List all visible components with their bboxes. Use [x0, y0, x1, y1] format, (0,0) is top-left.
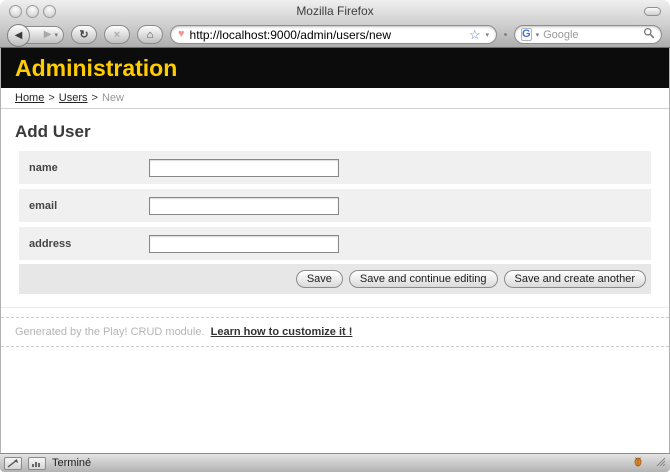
field-label-email: email [19, 200, 149, 212]
page-viewport: Administration Home > Users > New Add Us… [0, 48, 670, 453]
traffic-lights [9, 5, 56, 18]
breadcrumb-link-home[interactable]: Home [15, 92, 44, 104]
statusbar-extension-cursor-icon[interactable] [4, 457, 22, 470]
search-engine-dropdown-button[interactable]: ▾ [536, 31, 540, 39]
save-button[interactable]: Save [296, 270, 343, 288]
resize-grip[interactable] [654, 454, 666, 472]
history-dropdown-button[interactable]: ▾ [54, 31, 58, 39]
site-favicon-heart-icon[interactable]: ♥ [178, 29, 185, 40]
field-label-name: name [19, 162, 149, 174]
add-user-form: name email address Save Save and continu… [19, 151, 651, 294]
chevron-down-icon: ▾ [54, 32, 58, 39]
url-input[interactable] [190, 28, 464, 42]
firebug-icon[interactable] [632, 454, 644, 472]
breadcrumb-separator: > [92, 92, 98, 104]
crud-footer: Generated by the Play! CRUD module. Lear… [1, 317, 669, 347]
address-field[interactable] [149, 235, 339, 253]
save-and-continue-button[interactable]: Save and continue editing [349, 270, 498, 288]
search-bar[interactable]: G ▾ [514, 25, 662, 44]
search-icon[interactable] [643, 26, 655, 44]
toolbar-separator-dot [504, 33, 507, 36]
breadcrumb-current: New [102, 92, 124, 104]
home-icon: ⌂ [147, 29, 154, 41]
admin-header-title: Administration [15, 55, 177, 82]
back-button[interactable]: ◀ [7, 24, 30, 47]
field-label-address: address [19, 238, 149, 250]
forward-button[interactable]: ▶ [44, 29, 52, 40]
chevron-down-icon: ▾ [485, 32, 489, 39]
admin-header: Administration [1, 48, 669, 88]
form-row-name: name [19, 151, 651, 184]
back-forward-group: ◀ ▶ ▾ [8, 26, 64, 44]
status-text: Terminé [52, 457, 91, 469]
content-divider [1, 307, 669, 308]
breadcrumb: Home > Users > New [1, 88, 669, 109]
form-row-address: address [19, 227, 651, 260]
form-actions: Save Save and continue editing Save and … [19, 264, 651, 294]
location-bar[interactable]: ♥ ☆ ▾ [170, 25, 497, 44]
chevron-down-icon: ▾ [536, 32, 540, 39]
email-field[interactable] [149, 197, 339, 215]
breadcrumb-separator: > [48, 92, 54, 104]
footer-text: Generated by the Play! CRUD module. [15, 326, 205, 338]
name-field[interactable] [149, 159, 339, 177]
navigation-toolbar: ◀ ▶ ▾ ↻ × ⌂ ♥ ☆ ▾ G ▾ [0, 22, 670, 48]
window-title: Mozilla Firefox [296, 4, 373, 18]
google-engine-icon[interactable]: G [521, 28, 532, 41]
reload-icon: ↻ [79, 28, 88, 41]
statusbar: Terminé [0, 453, 670, 472]
zoom-window-button[interactable] [43, 5, 56, 18]
search-input[interactable] [543, 29, 639, 41]
bookmark-star-icon[interactable]: ☆ [469, 28, 481, 41]
home-button[interactable]: ⌂ [137, 25, 163, 44]
save-and-create-another-button[interactable]: Save and create another [504, 270, 646, 288]
titlebar: Mozilla Firefox [0, 0, 670, 22]
browser-window: Mozilla Firefox ◀ ▶ ▾ ↻ × ⌂ ♥ ☆ ▾ [0, 0, 670, 472]
form-row-email: email [19, 189, 651, 222]
back-icon: ◀ [15, 30, 23, 41]
stop-icon: × [114, 29, 120, 41]
page-title: Add User [15, 122, 655, 142]
reload-button[interactable]: ↻ [71, 25, 97, 44]
close-window-button[interactable] [9, 5, 22, 18]
forward-icon: ▶ [44, 29, 52, 40]
footer-customize-link[interactable]: Learn how to customize it ! [211, 326, 353, 338]
breadcrumb-link-users[interactable]: Users [59, 92, 88, 104]
toolbar-lozenge-button[interactable] [644, 7, 661, 16]
url-dropdown-button[interactable]: ▾ [485, 31, 489, 39]
stop-button[interactable]: × [104, 25, 130, 44]
statusbar-extension-chart-icon[interactable] [28, 457, 46, 470]
minimize-window-button[interactable] [26, 5, 39, 18]
